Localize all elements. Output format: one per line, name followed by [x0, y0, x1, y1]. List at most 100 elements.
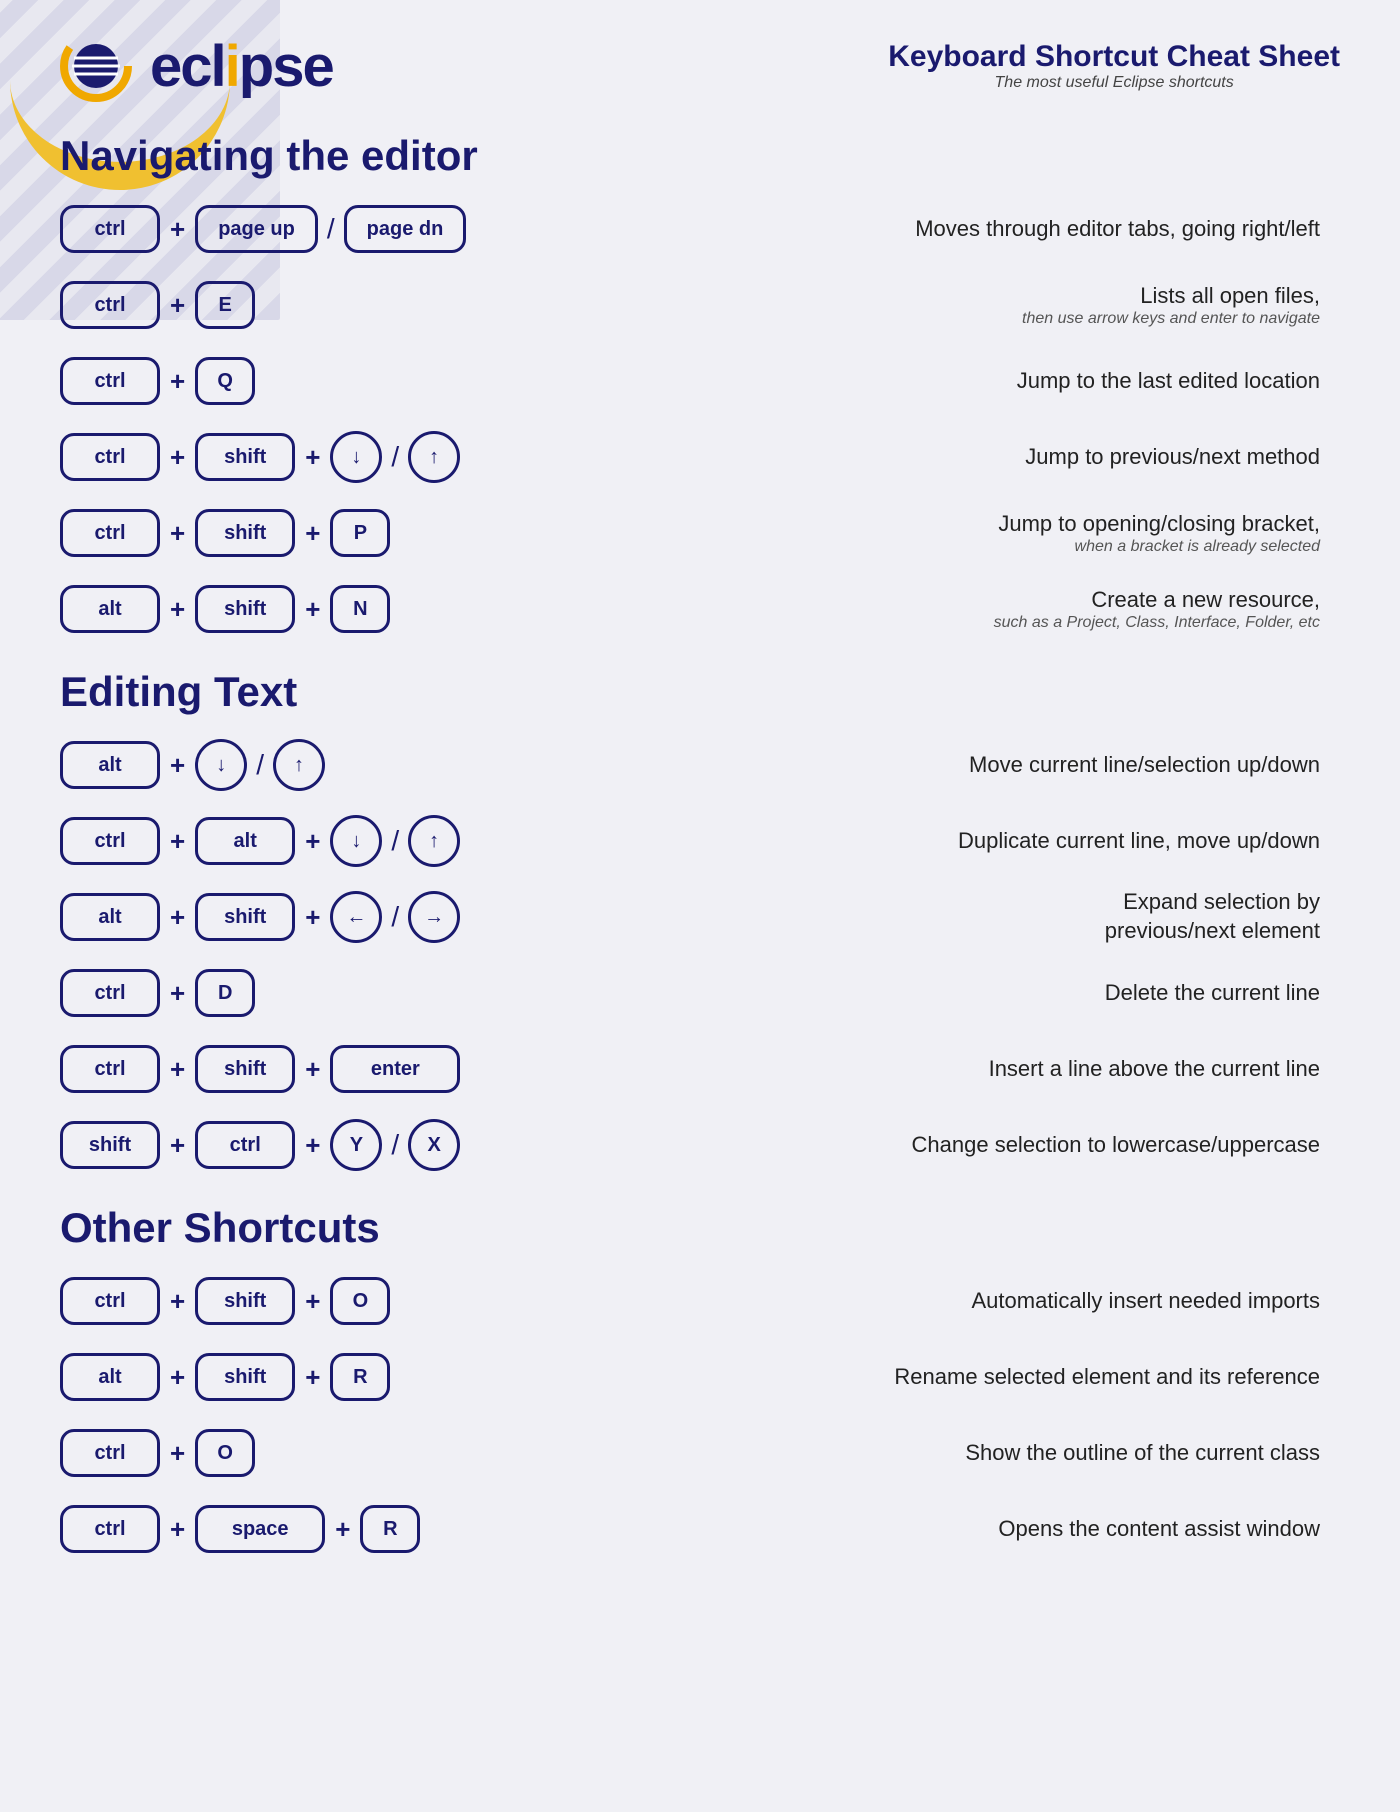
plus: +	[170, 366, 185, 397]
slash: /	[327, 213, 335, 245]
plus: +	[170, 1438, 185, 1469]
key-r: R	[360, 1505, 420, 1553]
desc-area: Opens the content assist window	[600, 1515, 1340, 1544]
key-e: E	[195, 281, 255, 329]
plus: +	[305, 1286, 320, 1317]
key-r: R	[330, 1353, 390, 1401]
key-o: O	[330, 1277, 390, 1325]
shortcut-row: ctrl + alt + ↓ / ↑ Duplicate current lin…	[60, 810, 1340, 872]
plus: +	[305, 442, 320, 473]
desc-area: Duplicate current line, move up/down	[600, 827, 1340, 856]
key-up: ↑	[273, 739, 325, 791]
plus: +	[170, 1514, 185, 1545]
desc-area: Lists all open files, then use arrow key…	[600, 282, 1340, 329]
keys-area: ctrl + O	[60, 1429, 600, 1477]
desc-area: Jump to opening/closing bracket, when a …	[600, 510, 1340, 557]
key-d: D	[195, 969, 255, 1017]
plus: +	[305, 1362, 320, 1393]
plus: +	[170, 1286, 185, 1317]
key-shift: shift	[195, 509, 295, 557]
desc-text: Create a new resource,	[600, 586, 1320, 615]
desc-sub-text: such as a Project, Class, Interface, Fol…	[600, 614, 1320, 632]
key-ctrl: ctrl	[60, 969, 160, 1017]
key-ctrl: ctrl	[60, 1505, 160, 1553]
key-ctrl: ctrl	[60, 509, 160, 557]
shortcut-row: ctrl + O Show the outline of the current…	[60, 1422, 1340, 1484]
slash: /	[391, 441, 399, 473]
keys-area: shift + ctrl + Y / X	[60, 1119, 600, 1171]
desc-area: Move current line/selection up/down	[600, 751, 1340, 780]
eclipse-logo-icon	[60, 30, 132, 102]
key-ctrl: ctrl	[60, 817, 160, 865]
key-ctrl: ctrl	[60, 357, 160, 405]
desc-text: Opens the content assist window	[600, 1515, 1320, 1544]
desc-text: Automatically insert needed imports	[600, 1287, 1320, 1316]
key-ctrl: ctrl	[60, 1429, 160, 1477]
plus: +	[335, 1514, 350, 1545]
desc-text: Change selection to lowercase/uppercase	[600, 1131, 1320, 1160]
key-shift: shift	[60, 1121, 160, 1169]
plus: +	[170, 594, 185, 625]
slash: /	[391, 825, 399, 857]
key-enter: enter	[330, 1045, 460, 1093]
keys-area: ctrl + E	[60, 281, 600, 329]
shortcut-row: shift + ctrl + Y / X Change selection to…	[60, 1114, 1340, 1176]
slash: /	[391, 1129, 399, 1161]
key-x: X	[408, 1119, 460, 1171]
key-o: O	[195, 1429, 255, 1477]
desc-text: Delete the current line	[600, 979, 1320, 1008]
keys-area: ctrl + shift + O	[60, 1277, 600, 1325]
key-shift: shift	[195, 1277, 295, 1325]
keys-area: ctrl + shift + ↓ / ↑	[60, 431, 600, 483]
cheat-sheet-title: Keyboard Shortcut Cheat Sheet	[888, 40, 1340, 74]
desc-area: Rename selected element and its referenc…	[600, 1363, 1340, 1392]
desc-area: Jump to previous/next method	[600, 443, 1340, 472]
plus: +	[305, 594, 320, 625]
shortcut-row: alt + ↓ / ↑ Move current line/selection …	[60, 734, 1340, 796]
plus: +	[170, 290, 185, 321]
key-pagedn: page dn	[344, 205, 467, 253]
slash: /	[256, 749, 264, 781]
key-ctrl: ctrl	[195, 1121, 295, 1169]
logo-highlight: i	[225, 34, 239, 99]
desc-area: Change selection to lowercase/uppercase	[600, 1131, 1340, 1160]
section-title-other: Other Shortcuts	[60, 1204, 1340, 1252]
desc-area: Expand selection byprevious/next element	[600, 888, 1340, 945]
logo-area: eclipse	[60, 30, 333, 102]
keys-area: ctrl + shift + enter	[60, 1045, 600, 1093]
desc-text: Rename selected element and its referenc…	[600, 1363, 1320, 1392]
key-alt: alt	[60, 893, 160, 941]
key-alt: alt	[60, 741, 160, 789]
key-up: ↑	[408, 815, 460, 867]
shortcut-row: alt + shift + R Rename selected element …	[60, 1346, 1340, 1408]
desc-text: Jump to previous/next method	[600, 443, 1320, 472]
key-right: →	[408, 891, 460, 943]
keys-area: alt + shift + N	[60, 585, 600, 633]
desc-area: Automatically insert needed imports	[600, 1287, 1340, 1316]
desc-text: Jump to opening/closing bracket,	[600, 510, 1320, 539]
shortcut-row: ctrl + Q Jump to the last edited locatio…	[60, 350, 1340, 412]
key-ctrl: ctrl	[60, 1045, 160, 1093]
keys-area: alt + shift + R	[60, 1353, 600, 1401]
shortcut-row: alt + shift + N Create a new resource, s…	[60, 578, 1340, 640]
key-ctrl: ctrl	[60, 281, 160, 329]
shortcut-row: alt + shift + ← / → Expand selection byp…	[60, 886, 1340, 948]
key-shift: shift	[195, 433, 295, 481]
desc-text: Insert a line above the current line	[600, 1055, 1320, 1084]
desc-text: Moves through editor tabs, going right/l…	[600, 215, 1320, 244]
key-shift: shift	[195, 585, 295, 633]
plus: +	[305, 1054, 320, 1085]
shortcut-row: ctrl + page up / page dn Moves through e…	[60, 198, 1340, 260]
logo-text: eclipse	[150, 33, 333, 100]
plus: +	[170, 1130, 185, 1161]
key-down: ↓	[330, 431, 382, 483]
key-p: P	[330, 509, 390, 557]
key-q: Q	[195, 357, 255, 405]
section-title-editing: Editing Text	[60, 668, 1340, 716]
desc-area: Insert a line above the current line	[600, 1055, 1340, 1084]
keys-area: ctrl + alt + ↓ / ↑	[60, 815, 600, 867]
shortcut-row: ctrl + shift + enter Insert a line above…	[60, 1038, 1340, 1100]
desc-area: Moves through editor tabs, going right/l…	[600, 215, 1340, 244]
keys-area: ctrl + space + R	[60, 1505, 600, 1553]
keys-area: ctrl + shift + P	[60, 509, 600, 557]
